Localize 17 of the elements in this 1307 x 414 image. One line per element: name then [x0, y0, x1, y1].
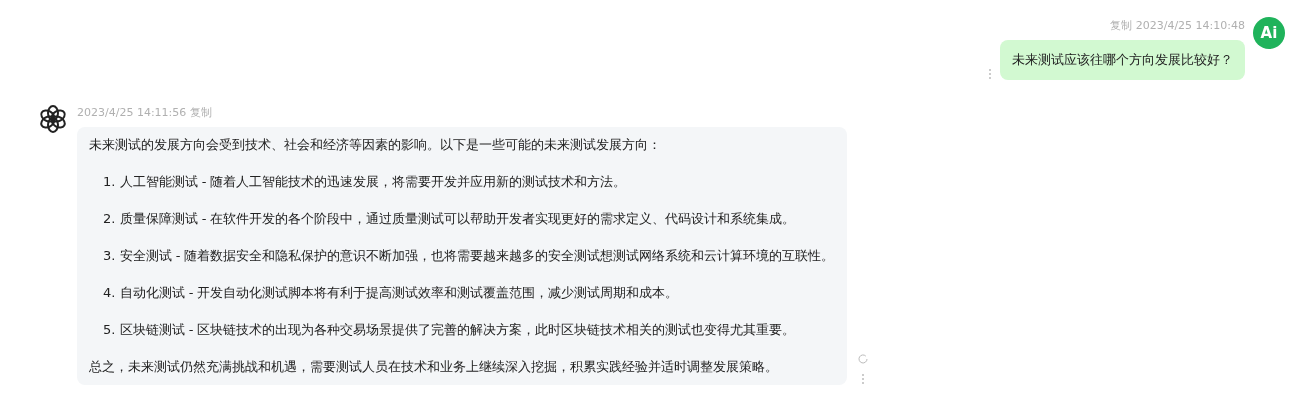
paragraph: 未来测试的发展方向会受到技术、社会和经济等因素的影响。以下是一些可能的未来测试发展方向：	[89, 136, 662, 154]
more-icon[interactable]	[860, 373, 865, 385]
more-icon[interactable]	[988, 68, 992, 80]
list-item: 5. 区块链测试 - 区块链技术的出现为各种交易场景提供了完善的解决方案，此时区块链技术相关的测试也变得尤其重要。	[102, 321, 797, 339]
refresh-icon[interactable]	[856, 353, 869, 365]
timestamp: 2023/4/25 14:10:48	[1135, 18, 1245, 32]
user-message: 未来测试应该往哪个方向发展比较好？	[1000, 40, 1245, 80]
paragraph: 总之，未来测试仍然充满挑战和机遇，需要测试人员在技术和业务上继续深入挖掘，积累实践经验并适时调整发展策略。	[89, 358, 779, 376]
list-item: 4. 自动化测试 - 开发自动化测试脚本将有利于提高测试效率和测试覆盖范围，减少测试周期和成本。	[102, 284, 680, 302]
list-item: 2. 质量保障测试 - 在软件开发的各个阶段中，通过质量测试可以帮助开发者实现更好的需求定义、代码设计和系统集成。	[102, 210, 797, 228]
copy-link[interactable]: 复制	[190, 104, 213, 120]
knot-logo-icon	[38, 104, 68, 134]
list-item: 3. 安全测试 - 随着数据安全和隐私保护的意识不断加强，也将需要越来越多的安全测试想测试网络系统和云计算环境的互联性。	[102, 247, 835, 265]
list-item: 1. 人工智能测试 - 随着人工智能技术的迅速发展，将需要开发并应用新的测试技术和方法。	[102, 173, 628, 191]
copy-link[interactable]: 复制	[1109, 17, 1132, 33]
user-avatar: Ai	[1253, 17, 1285, 49]
timestamp: 2023/4/25 14:11:56	[77, 105, 187, 119]
